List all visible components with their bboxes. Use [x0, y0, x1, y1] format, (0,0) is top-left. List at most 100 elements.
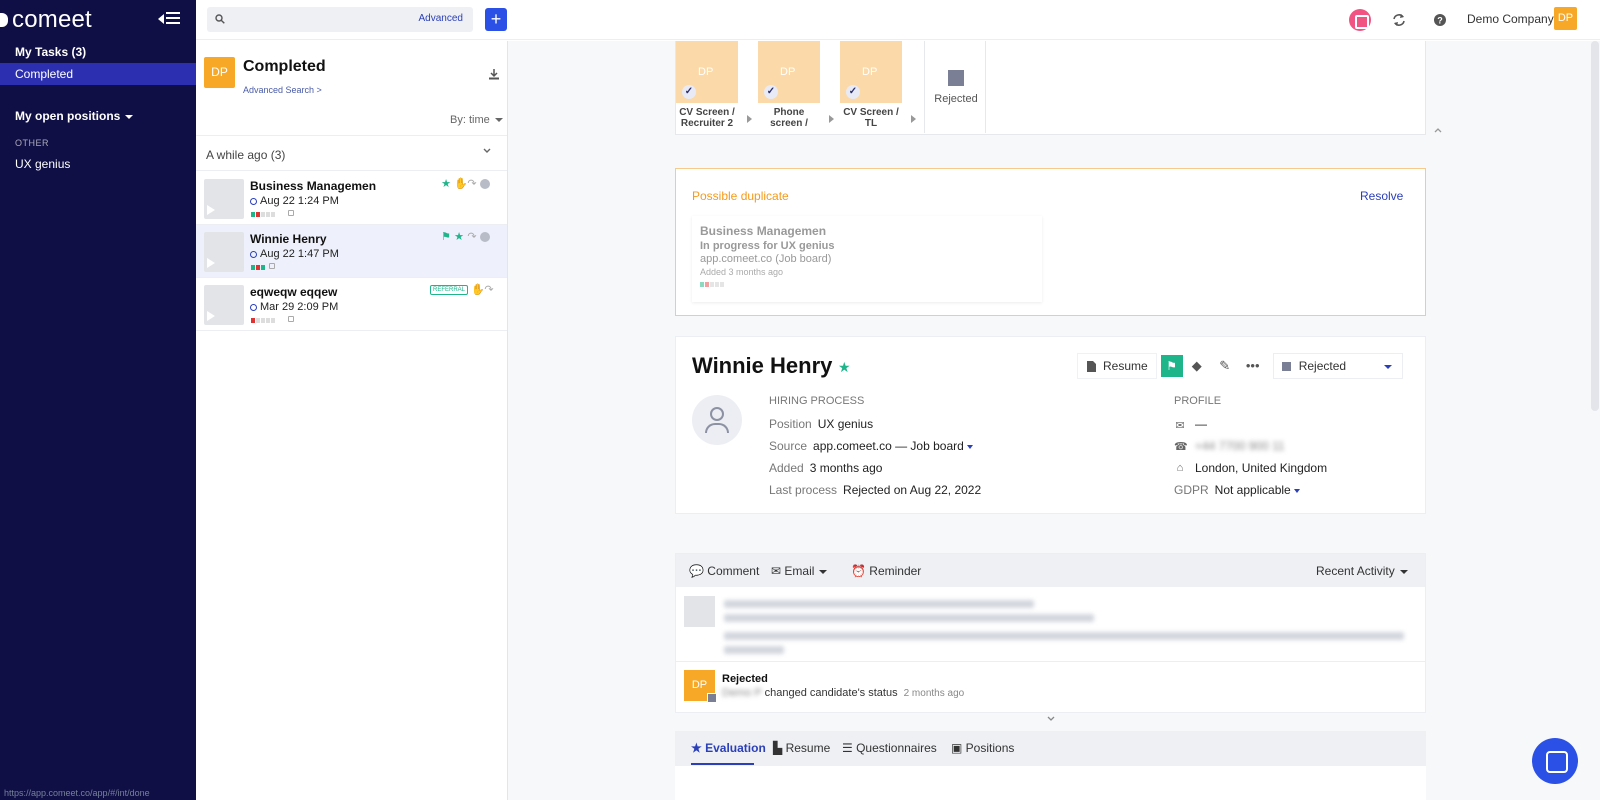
check-icon: ✓	[846, 85, 860, 99]
advanced-search-link[interactable]: Advanced	[419, 13, 463, 24]
share-icon[interactable]: ↷	[467, 232, 477, 243]
tab-resume[interactable]: ▙ Resume	[773, 741, 830, 755]
email-icon: ✉	[771, 564, 785, 578]
recent-activity-label: Recent Activity	[1316, 564, 1395, 578]
phone-value[interactable]: +44 7700 900 11	[1195, 439, 1285, 453]
candidate-date-text: Aug 22 1:24 PM	[260, 195, 339, 207]
pipeline-stage[interactable]: DP ✓ CV Screen / TL	[840, 41, 902, 133]
chevron-up-icon[interactable]	[1433, 125, 1443, 135]
reminder-tab[interactable]: ⏰ Reminder	[851, 564, 921, 578]
hiring-process-title: HIRING PROCESS	[769, 395, 865, 407]
pipeline-stage-rejected[interactable]: Rejected	[924, 41, 986, 133]
duplicate-card[interactable]: Business Managemen In progress for UX ge…	[692, 216, 1042, 302]
avatar	[684, 596, 715, 627]
duplicate-added: Added 3 months ago	[700, 267, 784, 277]
comment-tab[interactable]: 💬 Comment	[689, 564, 759, 578]
star-icon[interactable]: ★	[838, 359, 851, 376]
tab-questionnaires-label: Questionnaires	[856, 741, 937, 755]
activity-item-blurred[interactable]	[684, 596, 1414, 656]
tab-positions-label: Positions	[965, 741, 1015, 755]
star-icon[interactable]: ★	[454, 232, 464, 243]
flag-icon[interactable]: ⚑	[441, 232, 451, 243]
candidate-date-text: Aug 22 1:47 PM	[260, 248, 339, 260]
rejected-status-icon	[707, 693, 717, 703]
email-icon: ✉	[1175, 420, 1185, 432]
sidebar-item-completed[interactable]: Completed	[0, 63, 196, 85]
candidate-row[interactable]: eqweqw eqqew Mar 29 2:09 PM REFERRAL ✋ ↷	[196, 278, 507, 331]
share-icon[interactable]: ↷	[467, 179, 477, 190]
evaluation-body	[675, 766, 1426, 800]
reminder-label: Reminder	[869, 564, 922, 578]
candidate-list-panel: DP Completed Advanced Search > By: time …	[196, 41, 508, 800]
flag-icon[interactable]: ⚑	[1160, 355, 1183, 377]
star-icon[interactable]: ★	[441, 179, 451, 190]
collapse-sidebar-icon[interactable]	[158, 10, 180, 28]
candidate-date: Aug 22 1:24 PM	[250, 195, 339, 207]
gdpr-value[interactable]: Not applicable	[1215, 483, 1291, 497]
edit-icon[interactable]: ✎	[1211, 353, 1239, 379]
advanced-search-link[interactable]: Advanced Search >	[243, 85, 322, 95]
status-dropdown[interactable]: Rejected	[1272, 353, 1403, 379]
chat-icon[interactable]	[1532, 738, 1578, 784]
chevron-down-icon[interactable]	[966, 444, 973, 449]
comment-label: Comment	[707, 564, 760, 578]
search-icon	[215, 14, 225, 24]
comeet-logo[interactable]: comeet	[0, 6, 92, 34]
resolve-button[interactable]: Resolve	[1360, 189, 1403, 203]
pipeline: DP ✓ CV Screen / Recruiter 2 DP ✓ Phone sc…	[675, 41, 1426, 135]
help-icon[interactable]: ?	[1429, 9, 1451, 31]
list-avatar: DP	[204, 57, 235, 88]
stage-initials: DP	[780, 66, 796, 78]
avatar[interactable]	[692, 395, 742, 445]
source-value[interactable]: app.comeet.co — Job board	[813, 439, 964, 453]
sidebar-item-my-tasks[interactable]: My Tasks (3)	[0, 41, 196, 63]
referral-badge: REFERRAL	[430, 285, 469, 295]
candidate-row-selected[interactable]: Winnie Henry Aug 22 1:47 PM ⚑ ★ ↷	[196, 225, 507, 278]
possible-duplicate-panel: Possible duplicate Resolve Business Mana…	[675, 168, 1426, 316]
chevron-down-icon[interactable]	[1293, 488, 1300, 493]
tab-evaluation[interactable]: ★ Evaluation	[691, 741, 766, 755]
status-check-icon	[250, 303, 257, 311]
activity-user: Demo P	[722, 687, 762, 699]
scrollbar[interactable]	[1591, 41, 1599, 411]
stage-box: DP ✓	[758, 41, 820, 103]
location-value: London, United Kingdom	[1195, 461, 1328, 475]
sort-dropdown[interactable]: By: time	[450, 114, 503, 126]
last-process-key: Last process	[769, 483, 838, 497]
sidebar-item-ux-genius[interactable]: UX genius	[0, 153, 196, 175]
chevron-down-icon	[819, 569, 828, 574]
user-avatar[interactable]: DP	[1554, 7, 1577, 30]
resume-button[interactable]: Resume	[1077, 353, 1157, 379]
candidate-toolbar: Resume ⚑ ◆ ✎ ••• Rejected	[1077, 353, 1403, 379]
activity-time: 2 months ago	[903, 688, 965, 699]
chevron-down-icon[interactable]	[1046, 715, 1056, 723]
progress-bars	[251, 318, 275, 323]
company-name[interactable]: Demo Company	[1467, 12, 1554, 26]
count-icon	[480, 179, 490, 189]
alarm-icon: ⏰	[851, 564, 870, 578]
tag-icon[interactable]: ◆	[1183, 353, 1211, 379]
position-value[interactable]: UX genius	[818, 417, 873, 431]
position-row: Position UX genius	[769, 417, 873, 431]
candidate-row[interactable]: Business Managemen Aug 22 1:24 PM ★ ✋ ↷	[196, 172, 507, 225]
duplicate-source: app.comeet.co (Job board)	[700, 253, 832, 265]
share-icon[interactable]: ↷	[484, 285, 494, 296]
email-tab[interactable]: ✉ Email	[771, 564, 828, 578]
status-url: https://app.comeet.co/app/#/int/done	[4, 788, 150, 798]
tab-questionnaires[interactable]: ☰ Questionnaires	[842, 741, 937, 755]
pipeline-stage[interactable]: DP ✓ Phone screen /	[758, 41, 820, 133]
refresh-icon[interactable]	[1388, 9, 1410, 31]
add-button[interactable]: +	[485, 8, 507, 31]
group-header[interactable]: A while ago (3)	[196, 135, 507, 171]
email-value[interactable]: —	[1195, 417, 1207, 431]
profile-title: PROFILE	[1174, 395, 1222, 407]
search-input[interactable]	[233, 10, 403, 29]
gift-icon[interactable]	[1349, 9, 1371, 31]
more-icon[interactable]: •••	[1239, 353, 1267, 379]
recent-activity-dropdown[interactable]: Recent Activity	[1316, 564, 1408, 578]
tab-positions[interactable]: ▣ Positions	[951, 741, 1014, 755]
pipeline-stage[interactable]: DP ✓ CV Screen / Recruiter 2	[676, 41, 738, 133]
download-icon[interactable]	[488, 68, 500, 80]
added-row: Added 3 months ago	[769, 461, 882, 475]
sidebar-item-open-positions[interactable]: My open positions	[0, 105, 196, 127]
